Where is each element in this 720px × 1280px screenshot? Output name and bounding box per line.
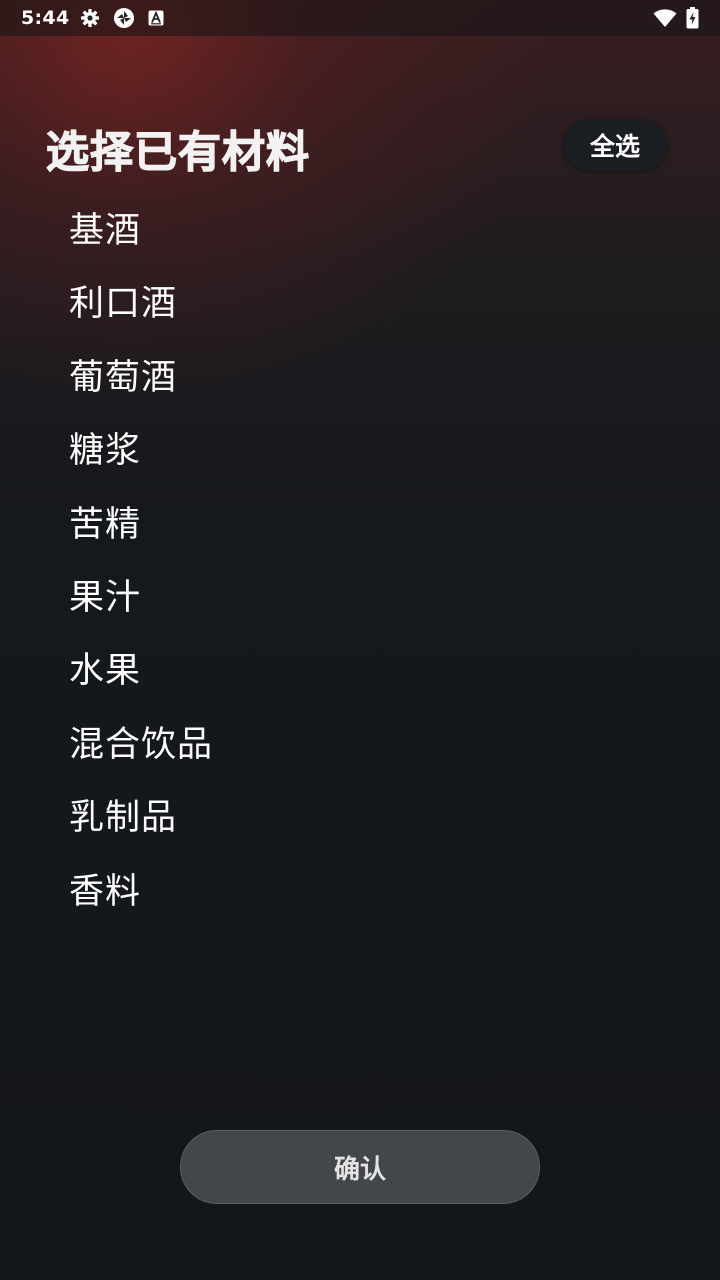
shutter-app-icon [113,7,135,29]
page-title: 选择已有材料 [45,127,310,178]
select-all-button[interactable]: 全选 [563,119,667,171]
ingredient-item-mixer[interactable]: 混合饮品 [0,709,720,782]
status-time: 5:44 [21,7,70,29]
settings-gear-icon [80,8,100,28]
ingredient-selection-screen: 5:44 选择已有材料 全选 基酒 利口酒 葡萄酒 糖浆 苦精 果汁 水果 混合… [0,0,720,1280]
battery-charging-icon [686,7,699,29]
ingredient-item-bitters[interactable]: 苦精 [0,489,720,562]
ingredient-item-wine[interactable]: 葡萄酒 [0,342,720,415]
ingredient-item-fruit[interactable]: 水果 [0,635,720,708]
ingredient-list: 基酒 利口酒 葡萄酒 糖浆 苦精 果汁 水果 混合饮品 乳制品 香料 [0,195,720,929]
ingredient-item-syrup[interactable]: 糖浆 [0,415,720,488]
ingredient-item-base-spirit[interactable]: 基酒 [0,195,720,268]
ingredient-item-juice[interactable]: 果汁 [0,562,720,635]
ingredient-item-dairy[interactable]: 乳制品 [0,782,720,855]
keyboard-a-icon [148,10,164,26]
ingredient-item-liqueur[interactable]: 利口酒 [0,268,720,341]
ingredient-item-spice[interactable]: 香料 [0,856,720,929]
wifi-icon [653,8,677,28]
confirm-button[interactable]: 确认 [180,1130,540,1204]
status-bar: 5:44 [0,0,720,36]
